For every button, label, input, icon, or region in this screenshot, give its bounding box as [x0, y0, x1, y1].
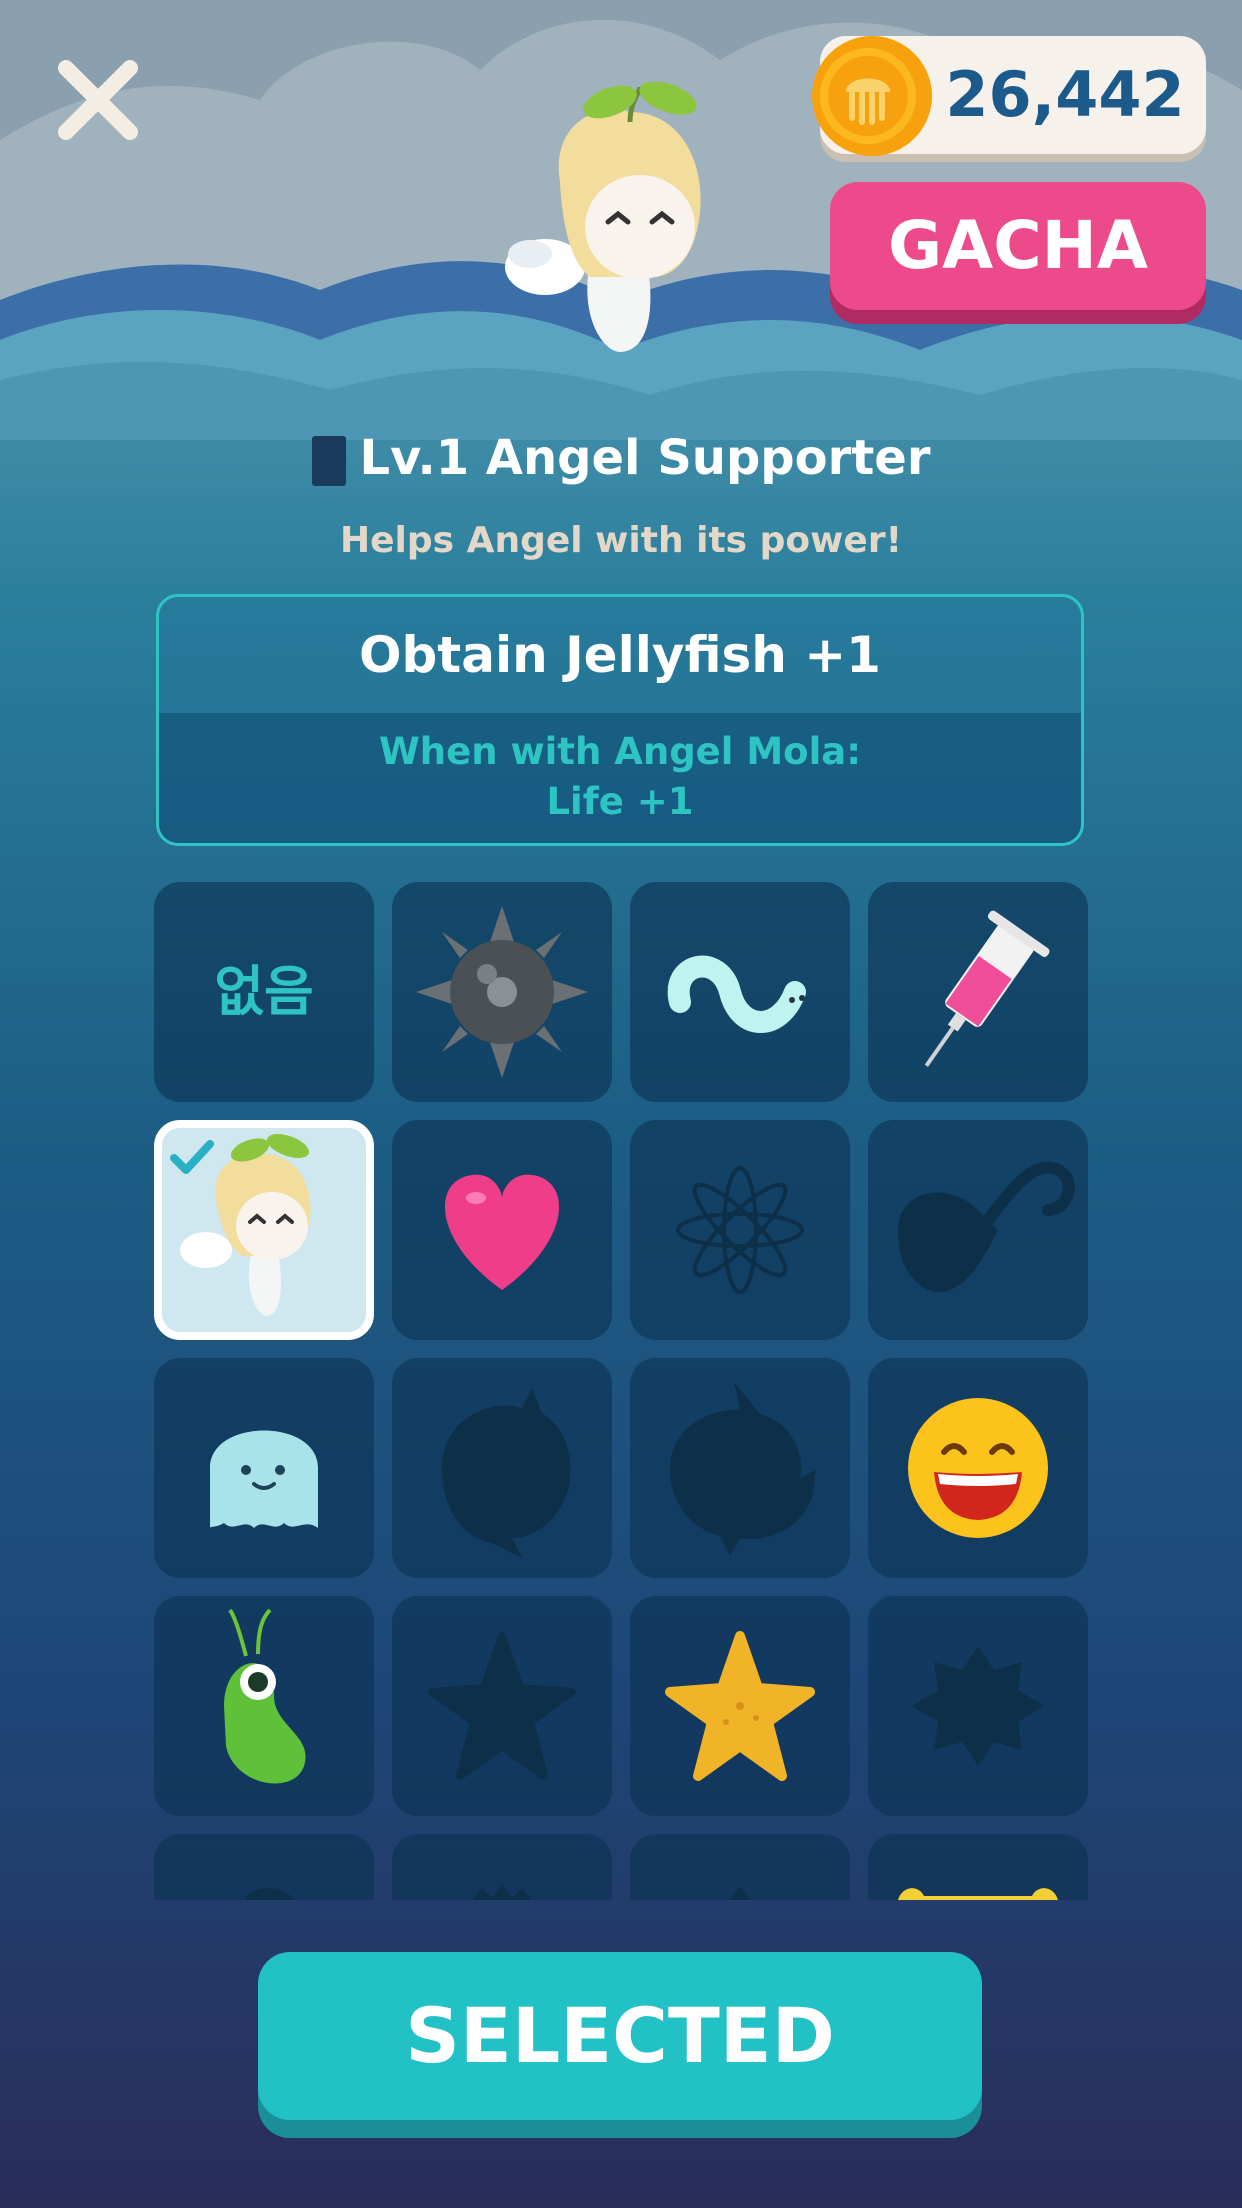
item-grid: 없음: [154, 882, 1090, 1900]
grid-item-locked-lotus[interactable]: [630, 1120, 850, 1340]
locked-silhouette-icon: [244, 1888, 294, 1900]
effect-bonus-condition: When with Angel Mola:: [378, 730, 862, 773]
lotus-silhouette-icon: [676, 1166, 804, 1294]
grid-item-syringe[interactable]: [868, 882, 1088, 1102]
check-icon: [170, 1140, 214, 1174]
mola-silhouette-icon: [442, 1388, 571, 1558]
crown-icon: [898, 1888, 1058, 1900]
grid-item-locked-mola-a[interactable]: [392, 1358, 612, 1578]
grid-item-starfish[interactable]: [630, 1596, 850, 1816]
grid-item-locked-hook[interactable]: [868, 1120, 1088, 1340]
starfish-icon: [665, 1631, 815, 1781]
grid-item-none[interactable]: 없음: [154, 882, 374, 1102]
effect-panel: Obtain Jellyfish +1 When with Angel Mola…: [156, 594, 1084, 846]
laughing-emoji-icon: [908, 1398, 1048, 1538]
grid-item-row5-d[interactable]: [868, 1834, 1088, 1900]
grid-item-locked-row5-c[interactable]: [630, 1834, 850, 1900]
grid-item-ghost[interactable]: [154, 1358, 374, 1578]
angel-supporter-character: [505, 82, 701, 352]
selected-button[interactable]: SELECTED: [258, 1952, 982, 2120]
starfish-silhouette-icon: [428, 1632, 576, 1780]
hook-silhouette-icon: [898, 1161, 1075, 1292]
grid-item-angel-supporter[interactable]: [154, 1120, 374, 1340]
item-title: Lv.1 Angel Supporter: [359, 430, 931, 486]
syringe-icon: [924, 910, 1050, 1067]
currency-value: 26,442: [945, 58, 1185, 131]
grid-item-locked-row5-a[interactable]: [154, 1834, 374, 1900]
ghost-icon: [210, 1430, 318, 1528]
close-icon: [58, 60, 138, 140]
none-label: 없음: [214, 960, 314, 1023]
green-bean-icon: [224, 1608, 306, 1784]
grid-item-heart[interactable]: [392, 1120, 612, 1340]
gacha-button[interactable]: GACHA: [830, 182, 1206, 310]
grid-item-locked-mola-b[interactable]: [630, 1358, 850, 1578]
effect-bonus: When with Angel Mola: Life +1: [159, 713, 1081, 843]
locked-silhouette-icon: [730, 1886, 750, 1900]
effect-main-text: Obtain Jellyfish +1: [359, 626, 881, 684]
title-marker: [311, 436, 346, 486]
grid-item-mine[interactable]: [392, 882, 612, 1102]
item-title-row: Lv.1 Angel Supporter: [0, 430, 1242, 486]
close-button[interactable]: [48, 50, 148, 150]
grid-item-worm[interactable]: [630, 882, 850, 1102]
glowing-worm-icon: [667, 955, 806, 1033]
effect-bonus-value: Life +1: [546, 780, 694, 823]
urchin-silhouette-icon: [472, 1884, 532, 1900]
grid-item-laughing-emoji[interactable]: [868, 1358, 1088, 1578]
spiked-mine-icon: [416, 906, 588, 1078]
grid-item-locked-row5-b[interactable]: [392, 1834, 612, 1900]
sun-silhouette-icon: [912, 1646, 1044, 1766]
mola-silhouette-icon: [670, 1382, 816, 1556]
grid-item-locked-starfish[interactable]: [392, 1596, 612, 1816]
heart-icon: [444, 1174, 560, 1290]
jellyfish-coin-icon: [812, 36, 932, 156]
grid-item-green-bean[interactable]: [154, 1596, 374, 1816]
grid-item-locked-sun[interactable]: [868, 1596, 1088, 1816]
item-description: Helps Angel with its power!: [340, 520, 902, 561]
